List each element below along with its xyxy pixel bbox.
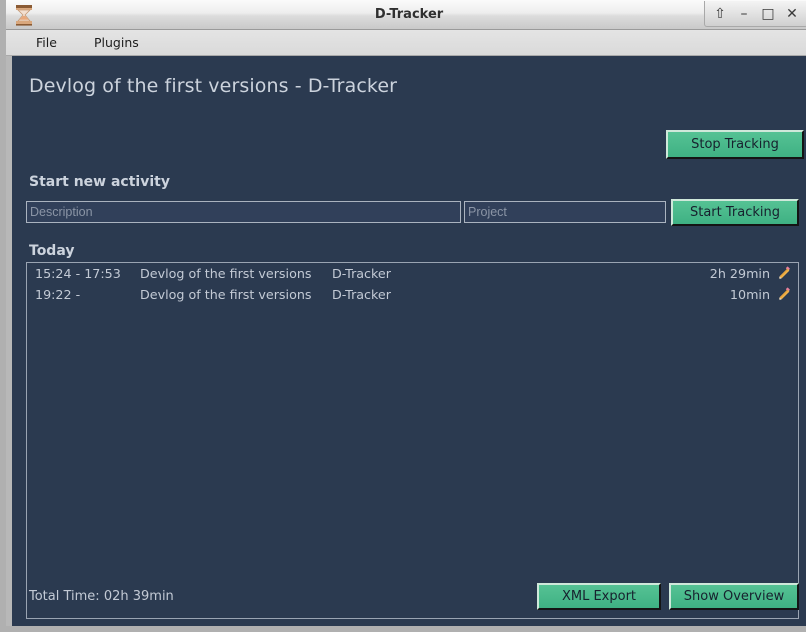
shade-button[interactable]: ⇧ [709, 3, 731, 25]
minimize-button[interactable]: – [733, 3, 755, 25]
today-heading: Today [29, 243, 75, 259]
entry-time: 15:24 - 17:53 [35, 266, 121, 281]
main-content: Devlog of the first versions - D-Tracker… [12, 56, 806, 626]
close-button[interactable]: ✕ [781, 3, 803, 25]
entry-project: D-Tracker [332, 266, 391, 281]
menu-item-file[interactable]: File [28, 30, 65, 55]
entry-description: Devlog of the first versions [140, 287, 312, 302]
entry-time: 19:22 - [35, 287, 81, 302]
application-window: D-Tracker ⇧ – □ ✕ File Plugins Devlog of… [0, 0, 806, 632]
activity-list[interactable]: 15:24 - 17:53 Devlog of the first versio… [26, 262, 799, 619]
menu-item-plugins[interactable]: Plugins [86, 30, 147, 55]
table-row[interactable]: 15:24 - 17:53 Devlog of the first versio… [27, 263, 798, 284]
stop-tracking-button[interactable]: Stop Tracking [666, 130, 804, 159]
description-input[interactable] [26, 201, 461, 223]
total-time-label: Total Time: 02h 39min [29, 589, 174, 604]
pencil-icon[interactable] [776, 287, 792, 303]
menu-bar: File Plugins [6, 30, 806, 56]
maximize-button[interactable]: □ [757, 3, 779, 25]
pencil-icon[interactable] [776, 266, 792, 282]
window-title: D-Tracker [374, 7, 444, 22]
entry-duration: 2h 29min [709, 266, 770, 281]
table-row[interactable]: 19:22 - Devlog of the first versions D-T… [27, 284, 798, 305]
start-tracking-button[interactable]: Start Tracking [671, 199, 799, 226]
entry-description: Devlog of the first versions [140, 266, 312, 281]
project-input[interactable] [464, 201, 666, 223]
window-controls: ⇧ – □ ✕ [704, 1, 806, 27]
show-overview-button[interactable]: Show Overview [669, 583, 799, 610]
entry-project: D-Tracker [332, 287, 391, 302]
entry-duration: 10min [729, 287, 770, 302]
start-activity-heading: Start new activity [29, 174, 170, 190]
title-bar[interactable]: D-Tracker ⇧ – □ ✕ [6, 0, 806, 30]
xml-export-button[interactable]: XML Export [537, 583, 661, 610]
page-title: Devlog of the first versions - D-Tracker [29, 75, 398, 97]
